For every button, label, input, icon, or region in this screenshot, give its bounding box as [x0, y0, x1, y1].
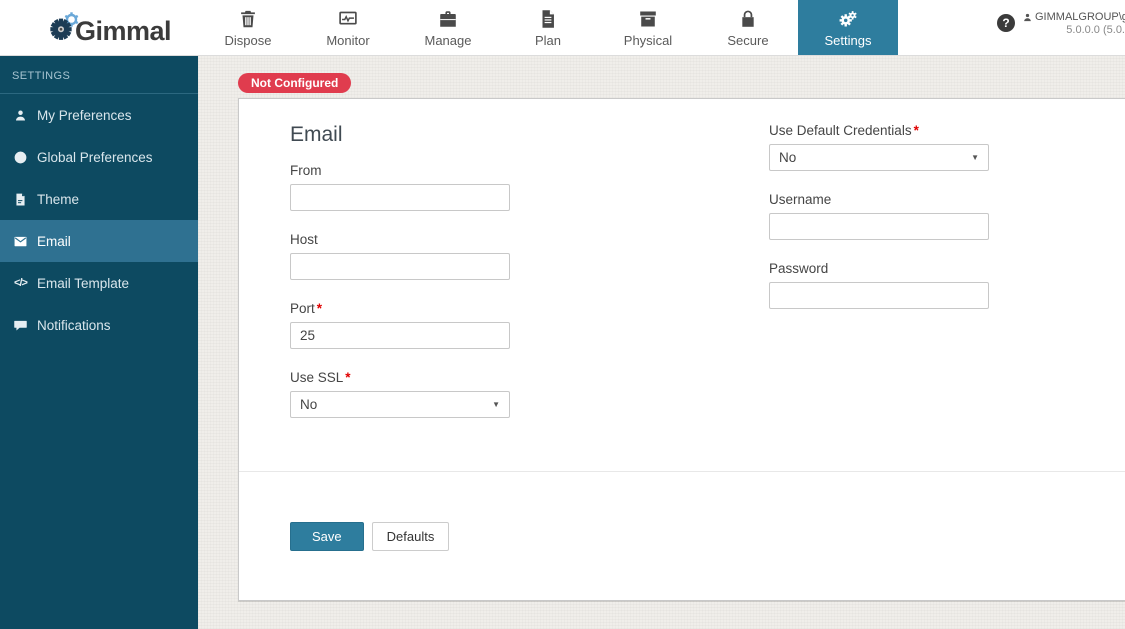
comment-icon	[12, 318, 29, 333]
from-input[interactable]	[290, 184, 510, 211]
use-ssl-selected-value: No	[300, 397, 318, 412]
chevron-down-icon: ▼	[492, 400, 500, 409]
trash-icon	[237, 7, 259, 30]
password-field-group: Password	[769, 261, 989, 309]
status-badge: Not Configured	[238, 73, 352, 93]
help-icon[interactable]: ?	[997, 14, 1015, 32]
tab-settings[interactable]: Settings	[798, 0, 898, 55]
password-label: Password	[769, 261, 829, 276]
settings-sidebar: SETTINGS My Preferences Global Preferenc…	[0, 55, 198, 629]
header-user-area: ? GIMMALGROUP\g 5.0.0.0 (5.0.	[997, 11, 1125, 36]
defaults-button[interactable]: Defaults	[371, 522, 450, 551]
port-input[interactable]	[290, 322, 510, 349]
sidebar-item-my-preferences[interactable]: My Preferences	[0, 94, 198, 136]
from-label: From	[290, 163, 322, 178]
use-default-credentials-field-group: Use Default Credentials * No ▼	[769, 123, 989, 171]
sidebar-item-label: Global Preferences	[37, 149, 153, 165]
port-label: Port *	[290, 301, 323, 316]
use-default-credentials-label: Use Default Credentials *	[769, 123, 919, 138]
theme-file-icon	[12, 192, 29, 207]
required-marker: *	[316, 301, 323, 316]
document-icon	[537, 7, 559, 30]
user-info[interactable]: GIMMALGROUP\g 5.0.0.0 (5.0.	[1022, 11, 1125, 36]
sidebar-item-label: Theme	[37, 191, 80, 207]
sidebar-item-label: My Preferences	[37, 107, 132, 123]
username-input[interactable]	[769, 213, 989, 240]
user-name: GIMMALGROUP\g	[1035, 11, 1125, 23]
tab-label: Dispose	[224, 33, 272, 48]
sidebar-item-label: Email	[37, 233, 71, 249]
tab-physical[interactable]: Physical	[598, 0, 698, 55]
tab-monitor[interactable]: Monitor	[298, 0, 398, 55]
username-label: Username	[769, 192, 832, 207]
tab-label: Monitor	[326, 33, 370, 48]
globe-icon	[12, 150, 29, 165]
use-ssl-select[interactable]: No ▼	[290, 391, 510, 418]
top-header: Gimmal Dispose Monitor Manage Plan Physi…	[0, 0, 1125, 56]
sidebar-item-email[interactable]: Email	[0, 220, 198, 262]
sidebar-item-global-preferences[interactable]: Global Preferences	[0, 136, 198, 178]
user-icon	[12, 108, 29, 123]
tab-label: Settings	[824, 33, 872, 48]
top-nav: Dispose Monitor Manage Plan Physical Sec…	[198, 0, 898, 55]
page-title: Email	[290, 123, 343, 146]
form-actions: Save Defaults	[290, 522, 450, 551]
sidebar-title: SETTINGS	[0, 55, 198, 94]
gimmal-logo[interactable]: Gimmal	[46, 9, 172, 46]
save-button[interactable]: Save	[290, 522, 364, 551]
tab-label: Plan	[534, 33, 562, 48]
use-default-credentials-selected-value: No	[779, 150, 797, 165]
password-input[interactable]	[769, 282, 989, 309]
tab-manage[interactable]: Manage	[398, 0, 498, 55]
envelope-icon	[12, 234, 29, 249]
briefcase-icon	[437, 7, 459, 30]
sidebar-item-label: Notifications	[37, 317, 111, 333]
host-input[interactable]	[290, 253, 510, 280]
host-field-group: Host	[290, 232, 510, 280]
use-ssl-field-group: Use SSL * No ▼	[290, 370, 510, 418]
tab-label: Physical	[623, 33, 673, 48]
tab-label: Secure	[727, 33, 769, 48]
app-version: 5.0.0.0 (5.0.	[1066, 24, 1125, 36]
archive-box-icon	[637, 7, 659, 30]
username-field-group: Username	[769, 192, 989, 240]
content-area: Not Configured Email From Host Port* Use…	[198, 55, 1125, 629]
monitor-icon	[337, 7, 359, 30]
required-marker: *	[913, 123, 919, 138]
logo-text: Gimmal	[75, 16, 172, 46]
sidebar-item-label: Email Template	[37, 275, 130, 291]
port-field-group: Port *	[290, 301, 510, 349]
panel-divider	[239, 471, 1125, 472]
required-marker: *	[345, 370, 351, 385]
tab-plan[interactable]: Plan	[498, 0, 598, 55]
use-ssl-label: Use SSL *	[290, 370, 351, 385]
tab-dispose[interactable]: Dispose	[198, 0, 298, 55]
lock-icon	[737, 7, 759, 30]
from-field-group: From	[290, 163, 510, 211]
email-settings-panel: Email From Host Port* Use SSL* No ▼	[238, 98, 1125, 601]
code-icon: </>	[14, 277, 28, 289]
sidebar-item-notifications[interactable]: Notifications	[0, 304, 198, 346]
tab-secure[interactable]: Secure	[698, 0, 798, 55]
sidebar-item-theme[interactable]: Theme	[0, 178, 198, 220]
sidebar-item-email-template[interactable]: </> Email Template	[0, 262, 198, 304]
tab-label: Manage	[424, 33, 472, 48]
host-label: Host	[290, 232, 318, 247]
gears-icon	[837, 7, 859, 30]
chevron-down-icon: ▼	[971, 153, 979, 162]
user-icon	[1024, 13, 1031, 21]
use-default-credentials-select[interactable]: No ▼	[769, 144, 989, 171]
